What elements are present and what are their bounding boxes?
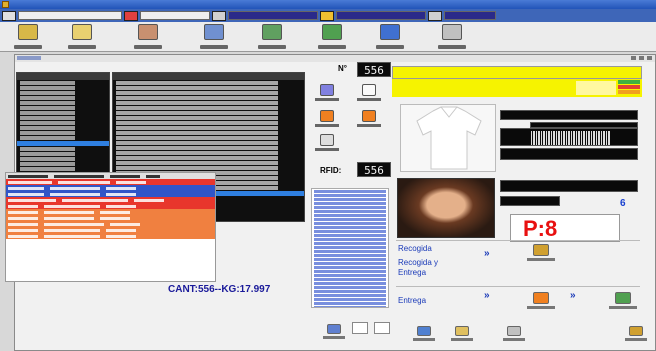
customer-photo — [397, 178, 495, 238]
shirt-icon — [416, 106, 482, 170]
clients-icon — [138, 24, 158, 40]
mid-button-4[interactable] — [354, 110, 384, 134]
toolbar-button-7[interactable] — [370, 24, 410, 50]
box-icon — [320, 110, 334, 122]
box-icon — [362, 110, 376, 122]
link-list[interactable] — [311, 188, 389, 308]
window-title-bar — [15, 55, 655, 62]
barcode — [500, 128, 638, 146]
window-controls — [631, 56, 652, 60]
client-header — [392, 66, 642, 79]
number-label: N° — [338, 64, 347, 73]
article-id-list-header — [113, 73, 304, 80]
action-button-2[interactable] — [522, 292, 560, 318]
user-icon — [2, 10, 16, 21]
app-icon — [2, 1, 9, 8]
readings-list-header — [17, 73, 109, 80]
tools-icon — [507, 326, 521, 336]
articles-icon — [204, 24, 224, 40]
mid-button-5[interactable] — [312, 134, 342, 158]
divider — [396, 240, 640, 241]
divider — [396, 286, 640, 287]
status-company — [18, 11, 122, 20]
article-image — [400, 104, 496, 172]
scan-icon — [320, 84, 334, 96]
status-datetime — [140, 11, 210, 20]
undo-icon — [380, 24, 400, 40]
toolbar — [0, 22, 656, 52]
bottom-button-4[interactable] — [500, 326, 528, 348]
close-x-button-2[interactable] — [374, 322, 390, 334]
calendar-icon — [124, 10, 138, 21]
action-recogida[interactable]: Recogida — [398, 244, 432, 253]
status-bar — [0, 9, 656, 22]
person-icon — [320, 10, 334, 21]
close-x-button[interactable] — [352, 322, 368, 334]
toolbar-button-3[interactable] — [128, 24, 168, 50]
arrow-icon: » — [570, 290, 576, 301]
mid-button-3[interactable] — [312, 110, 342, 134]
lens-icon — [320, 134, 334, 146]
arrow-icon: » — [484, 248, 490, 259]
folder-icon — [72, 24, 92, 40]
action-entrega[interactable]: Entrega — [398, 296, 426, 305]
arrow-icon: » — [484, 290, 490, 301]
sync-icon — [327, 324, 341, 334]
action-button-1[interactable] — [522, 244, 560, 270]
doc-icon — [362, 84, 376, 96]
rfid-display: 556 — [357, 162, 391, 177]
mid-button-1[interactable] — [312, 84, 342, 108]
position-box: P:8 — [510, 214, 620, 242]
toolbar-button-8[interactable] — [432, 24, 472, 50]
bottom-button-5[interactable] — [622, 326, 650, 348]
bottom-button-1[interactable] — [320, 324, 348, 346]
copy-icon — [322, 24, 342, 40]
bottom-button-2[interactable] — [410, 326, 438, 348]
home-icon — [18, 24, 38, 40]
deliver-icon — [615, 292, 631, 304]
customer-date-field — [500, 196, 560, 206]
article-extra-field — [500, 148, 638, 160]
toolbar-button-4[interactable] — [194, 24, 234, 50]
status-user — [336, 11, 426, 20]
action-button-3[interactable] — [604, 292, 642, 318]
status-terminal — [444, 11, 496, 20]
folder-icon — [455, 326, 469, 336]
terminal-icon — [428, 10, 442, 21]
total-count-weight: CANT:556--KG:17.997 — [168, 284, 271, 295]
barcode-icon — [531, 131, 611, 145]
pickup-icon — [533, 244, 549, 256]
disc-icon — [442, 24, 462, 40]
toolbar-button-6[interactable] — [312, 24, 352, 50]
mid-button-2[interactable] — [354, 84, 384, 108]
customer-name-field — [500, 180, 638, 192]
number-display: 556 — [357, 62, 391, 77]
delivery-icon — [533, 292, 549, 304]
rfid-label: RFID: — [320, 166, 342, 175]
toolbar-button-2[interactable] — [62, 24, 102, 50]
title-bar — [0, 0, 656, 9]
exit-icon — [629, 326, 643, 336]
table-row[interactable] — [6, 233, 215, 239]
status-computer — [228, 11, 318, 20]
toolbar-button-1[interactable] — [8, 24, 48, 50]
summary-table[interactable] — [5, 172, 216, 282]
close-button[interactable] — [647, 56, 652, 60]
selected-reading-row[interactable] — [17, 141, 109, 146]
client-info-box — [392, 79, 642, 97]
article-code-field — [500, 110, 638, 120]
minimize-button[interactable] — [631, 56, 636, 60]
customer-count: 6 — [620, 198, 626, 209]
computer-icon — [212, 10, 226, 21]
chart-icon — [262, 24, 282, 40]
maximize-button[interactable] — [639, 56, 644, 60]
bottom-button-3[interactable] — [448, 326, 476, 348]
save-icon — [417, 326, 431, 336]
toolbar-button-5[interactable] — [252, 24, 292, 50]
action-recogida-entrega[interactable]: Recogida y Entrega — [398, 258, 458, 278]
position-value: P:8 — [523, 216, 558, 241]
